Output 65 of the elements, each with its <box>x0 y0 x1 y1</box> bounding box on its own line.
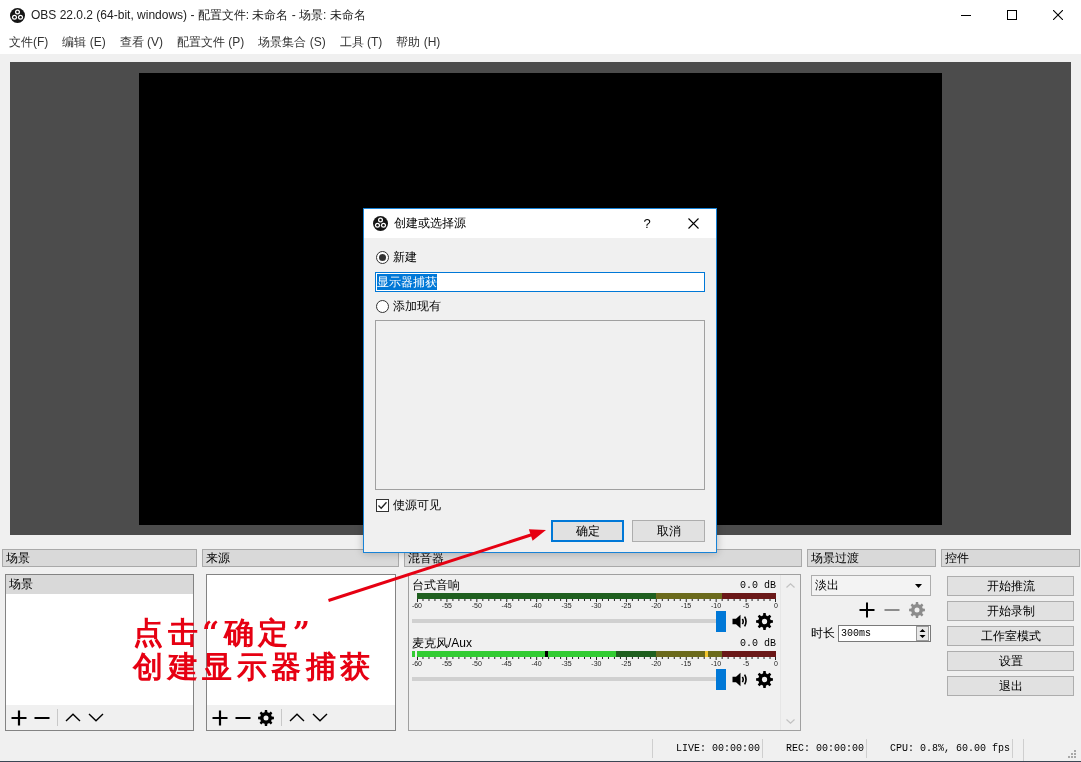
chevron-up-icon[interactable] <box>65 713 81 722</box>
radio-label[interactable]: 添加现有 <box>393 298 441 315</box>
menu-item[interactable]: 工具 (T) <box>332 31 390 53</box>
duration-spinbox[interactable]: 300ms <box>838 625 931 642</box>
plus-icon[interactable] <box>859 602 875 618</box>
dock-title: 场景过渡 <box>807 549 936 567</box>
logo-icon <box>373 216 388 231</box>
menu-item[interactable]: 帮助 (H) <box>389 31 448 53</box>
dialog-button[interactable]: 取消 <box>632 520 705 542</box>
maximize-icon[interactable] <box>1007 10 1017 20</box>
db-reading: 0.0 dB <box>740 579 776 591</box>
spin-arrows-icon[interactable] <box>916 626 929 641</box>
plus-icon[interactable] <box>11 709 27 726</box>
menu-item[interactable]: 查看 (V) <box>112 31 170 53</box>
menu-item[interactable]: 文件(F) <box>2 31 56 53</box>
radio-button[interactable] <box>376 300 389 313</box>
control-button[interactable]: 设置 <box>947 651 1074 671</box>
radio-button[interactable] <box>376 251 389 264</box>
gear-icon[interactable] <box>756 671 773 688</box>
minimize-icon[interactable] <box>961 14 971 16</box>
plus-icon[interactable] <box>212 709 228 726</box>
chevron-down-icon[interactable] <box>88 713 104 722</box>
channel-name: 台式音响 <box>412 576 460 594</box>
slider-thumb[interactable] <box>716 611 726 632</box>
dialog-title: 创建或选择源 <box>394 215 466 232</box>
transition-dropdown[interactable]: 淡出 <box>811 575 931 596</box>
close-icon[interactable] <box>687 218 699 229</box>
menu-item[interactable]: 场景集合 (S) <box>251 31 333 53</box>
db-reading: 0.0 dB <box>740 637 776 649</box>
logo-icon <box>10 7 25 23</box>
dock-title: 场景 <box>2 549 197 567</box>
minus-icon[interactable] <box>235 716 251 719</box>
signal-indicator <box>412 651 415 657</box>
cpu-status: CPU: 0.8%, 60.00 fps <box>889 742 1010 754</box>
dialog-button[interactable]: 确定 <box>551 520 624 542</box>
control-button[interactable]: 开始录制 <box>947 601 1074 621</box>
menu-item[interactable]: 编辑 (E) <box>55 31 113 53</box>
control-button[interactable]: 退出 <box>947 676 1074 696</box>
gear-icon[interactable] <box>258 709 274 726</box>
dock-title: 来源 <box>202 549 399 567</box>
help-button[interactable]: ? <box>643 216 651 231</box>
scene-item[interactable]: 场景 <box>6 575 193 594</box>
chevron-up-icon[interactable] <box>289 713 305 722</box>
menu-item[interactable]: 配置文件 (P) <box>170 31 252 53</box>
window-title: OBS 22.0.2 (64-bit, windows) - 配置文件: 未命名 - 场景: 未命名 <box>31 6 366 24</box>
live-status: LIVE: 00:00:00 <box>676 742 760 754</box>
caret-icon <box>915 583 922 588</box>
speaker-icon[interactable] <box>732 672 748 687</box>
close-icon[interactable] <box>1053 10 1063 20</box>
control-button[interactable]: 工作室模式 <box>947 626 1074 646</box>
channel-name: 麦克风/Aux <box>412 634 472 652</box>
checkbox-label[interactable]: 使源可见 <box>393 496 441 514</box>
slider-thumb[interactable] <box>716 669 726 690</box>
radio-label[interactable]: 新建 <box>393 249 417 266</box>
gear-icon[interactable] <box>756 613 773 630</box>
chevron-down-icon[interactable] <box>312 713 328 722</box>
checkbox[interactable] <box>376 498 389 512</box>
speaker-icon[interactable] <box>732 614 748 629</box>
minus-icon[interactable] <box>34 716 50 719</box>
rec-status: REC: 00:00:00 <box>786 742 864 754</box>
duration-label: 时长 <box>811 625 835 642</box>
dock-title: 控件 <box>941 549 1080 567</box>
control-button[interactable]: 开始推流 <box>947 576 1074 596</box>
name-input[interactable]: 显示器捕获 <box>375 272 705 292</box>
resize-grip-icon[interactable] <box>1068 750 1076 758</box>
